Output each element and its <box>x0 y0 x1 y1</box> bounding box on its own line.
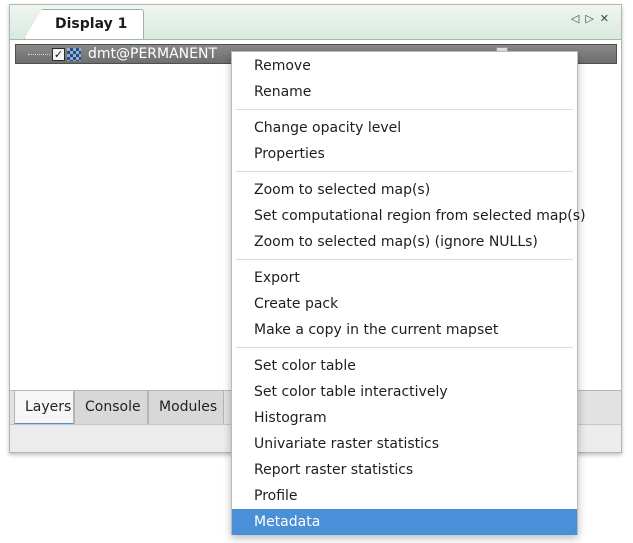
menu-item-rename[interactable]: Rename <box>232 79 577 105</box>
menu-item-create-pack[interactable]: Create pack <box>232 291 577 317</box>
tab-layers[interactable]: Layers <box>14 391 74 425</box>
layer-visibility-checkbox[interactable]: ✓ <box>52 48 65 61</box>
menu-item-set-computational-region-from-selected-map-s[interactable]: Set computational region from selected m… <box>232 203 586 229</box>
tab-display-1[interactable]: Display 1 <box>24 9 145 39</box>
tab-controls: ◁ ▷ ✕ <box>571 12 609 26</box>
menu-item-make-a-copy-in-the-current-mapset[interactable]: Make a copy in the current mapset <box>232 317 577 343</box>
screen: Display 1 ◁ ▷ ✕ ✓ dmt@PERMANENT Layers C… <box>0 0 633 543</box>
menu-item-change-opacity-level[interactable]: Change opacity level <box>232 115 577 141</box>
menu-item-profile[interactable]: Profile <box>232 483 577 509</box>
menu-item-export[interactable]: Export <box>232 265 577 291</box>
menu-item-properties[interactable]: Properties <box>232 141 577 167</box>
tree-connector <box>28 54 50 56</box>
menu-separator <box>236 347 573 348</box>
tab-close-icon[interactable]: ✕ <box>600 12 609 26</box>
menu-separator <box>236 109 573 110</box>
menu-separator <box>236 259 573 260</box>
display-notebook-header: Display 1 ◁ ▷ ✕ <box>10 5 621 40</box>
layer-context-menu: Remove Rename Change opacity level Properti… <box>231 51 586 535</box>
menu-item-report-raster-statistics[interactable]: Report raster statistics <box>232 457 577 483</box>
tab-next-icon[interactable]: ▷ <box>585 12 593 26</box>
tab-modules[interactable]: Modules <box>148 391 224 425</box>
tab-prev-icon[interactable]: ◁ <box>571 12 579 26</box>
menu-item-set-color-table-interactively[interactable]: Set color table interactively <box>232 379 577 405</box>
menu-item-univariate-raster-statistics[interactable]: Univariate raster statistics <box>232 431 577 457</box>
menu-item-zoom-to-selected-map-s[interactable]: Zoom to selected map(s) <box>232 177 577 203</box>
raster-map-icon <box>67 48 81 61</box>
menu-item-zoom-to-selected-map-s-ignore-nulls[interactable]: Zoom to selected map(s) (ignore NULLs) <box>232 229 577 255</box>
layer-name: dmt@PERMANENT <box>88 46 218 62</box>
menu-item-remove[interactable]: Remove <box>232 53 577 79</box>
menu-separator <box>236 171 573 172</box>
menu-item-metadata[interactable]: Metadata <box>232 509 577 535</box>
menu-item-set-color-table[interactable]: Set color table <box>232 353 577 379</box>
menu-item-histogram[interactable]: Histogram <box>232 405 577 431</box>
tab-console[interactable]: Console <box>74 391 148 425</box>
